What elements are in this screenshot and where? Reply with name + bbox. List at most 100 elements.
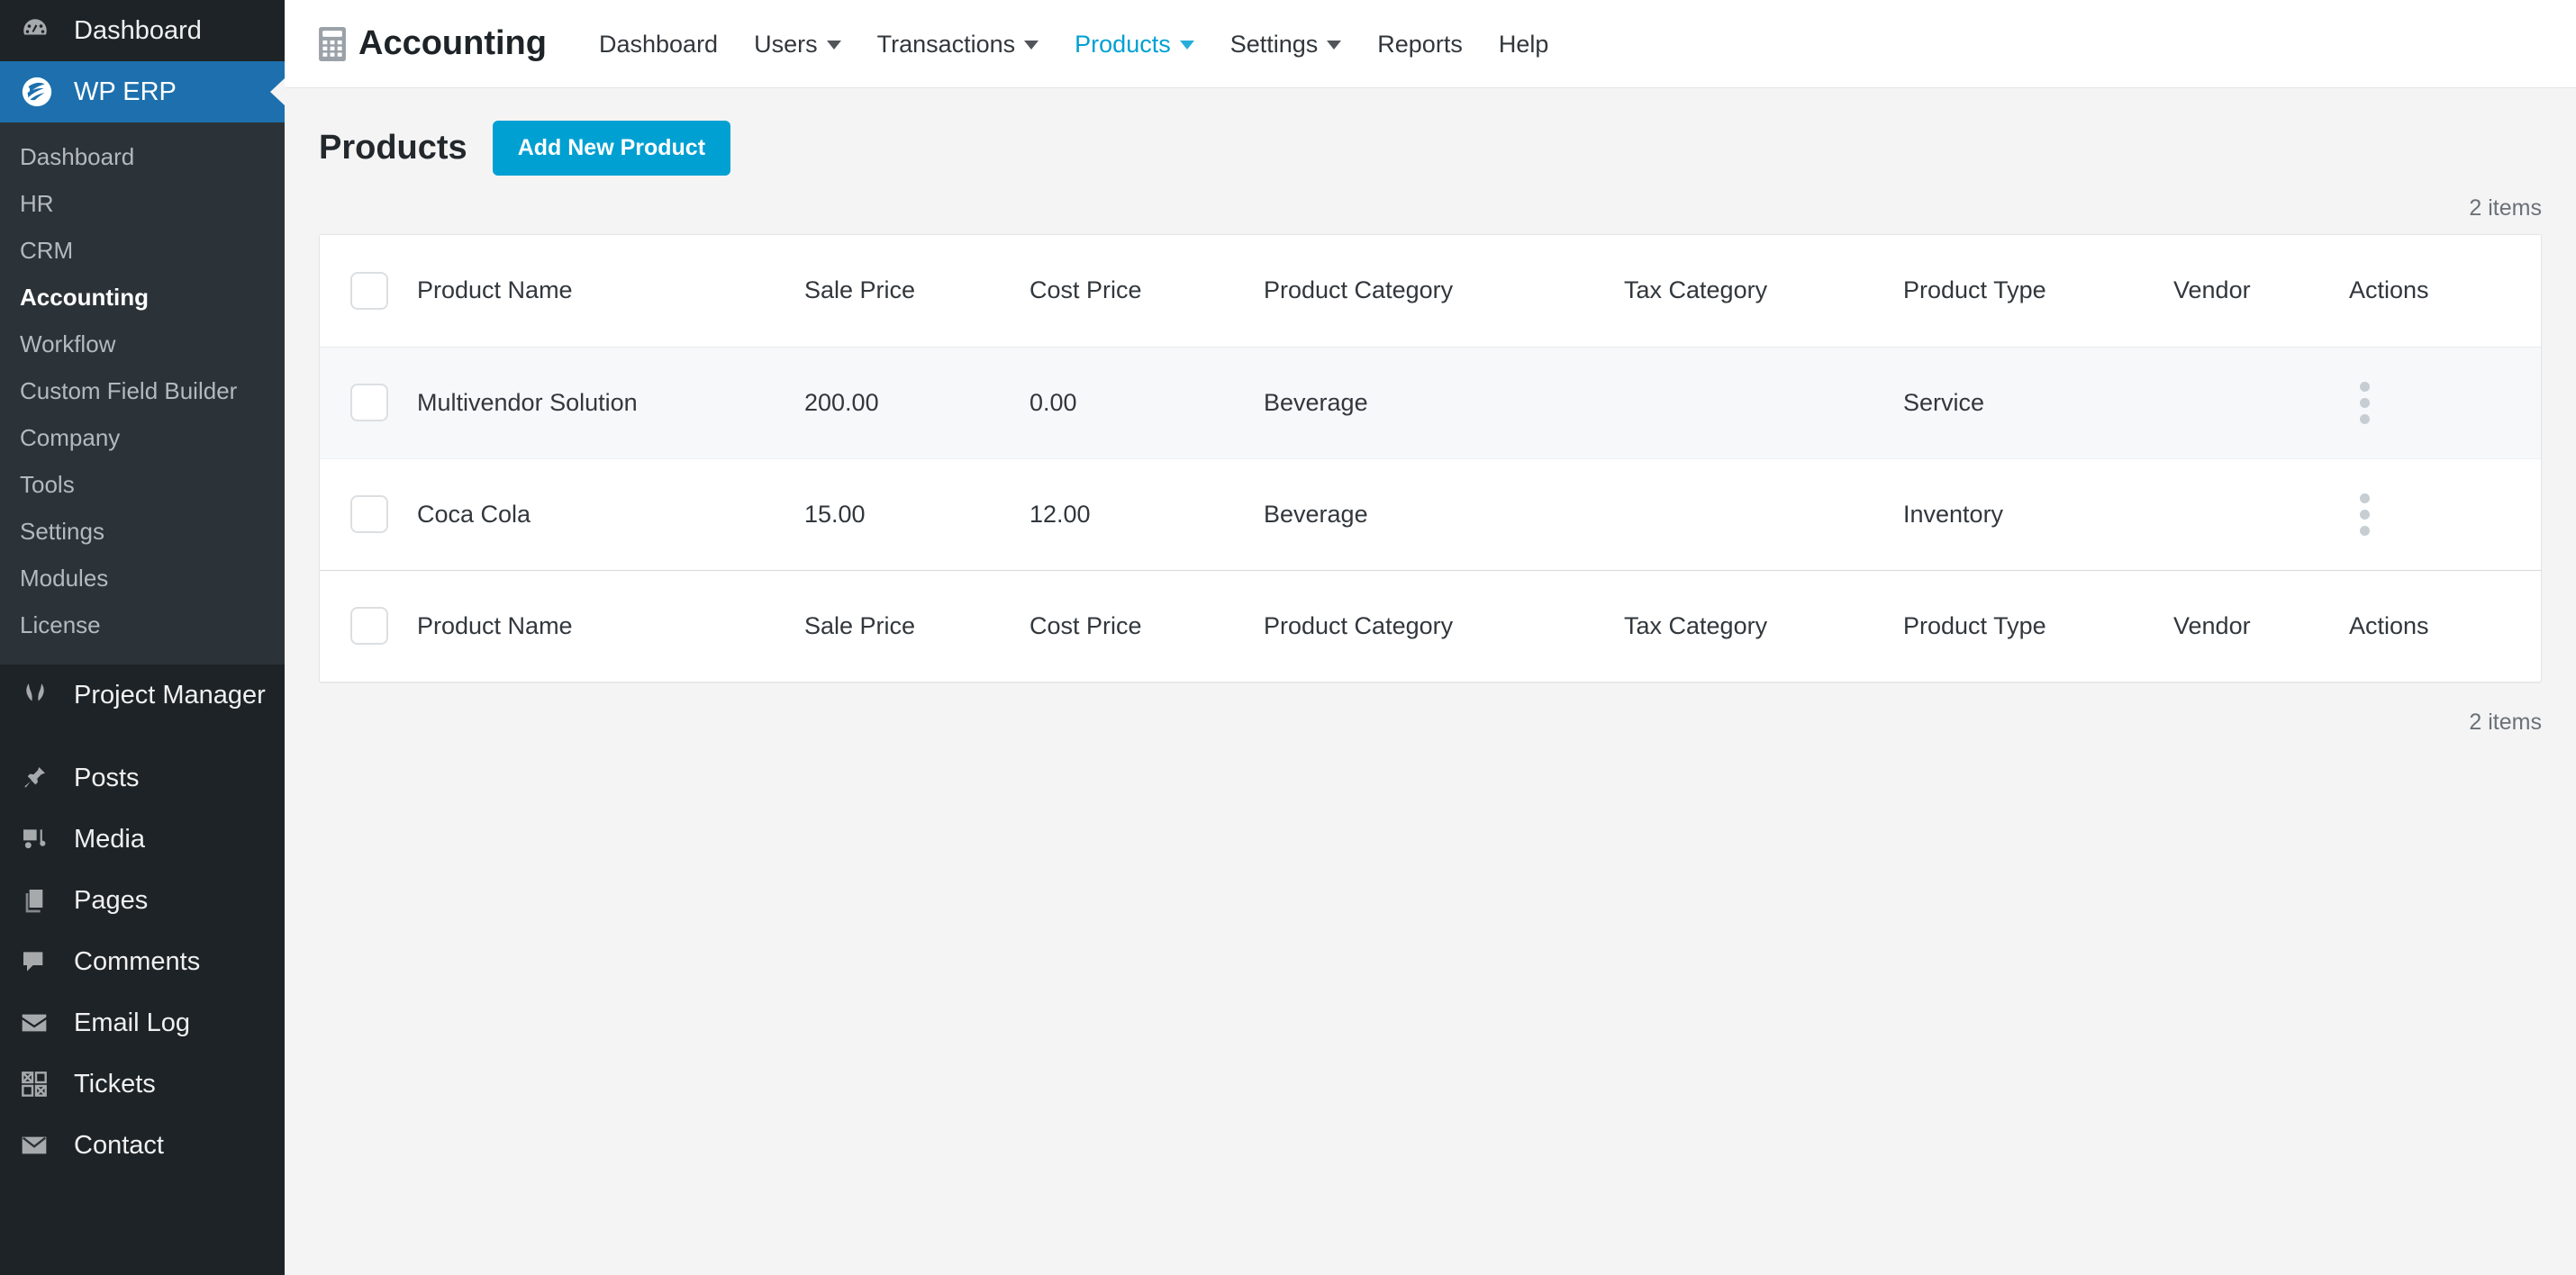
app-root: Dashboard WP ERP Dashboard HR CRM Accoun… bbox=[0, 0, 2576, 1275]
nav-link-label: Settings bbox=[1229, 30, 1319, 58]
add-new-product-button[interactable]: Add New Product bbox=[492, 121, 731, 176]
column-footer-sale-price[interactable]: Sale Price bbox=[804, 570, 1029, 682]
submenu-item-accounting[interactable]: Accounting bbox=[0, 274, 285, 321]
column-footer-actions: Actions bbox=[2349, 611, 2429, 639]
cell-sale-price: 200.00 bbox=[804, 388, 879, 416]
submenu-item-modules[interactable]: Modules bbox=[0, 555, 285, 601]
column-footer-product-category[interactable]: Product Category bbox=[1264, 570, 1624, 682]
column-footer-tax-category[interactable]: Tax Category bbox=[1624, 570, 1903, 682]
submenu-item-dashboard[interactable]: Dashboard bbox=[0, 133, 285, 180]
select-all-header bbox=[320, 235, 417, 347]
submenu-item-hr[interactable]: HR bbox=[0, 180, 285, 227]
wp-erp-submenu: Dashboard HR CRM Accounting Workflow Cus… bbox=[0, 122, 285, 665]
sidebar-item-media[interactable]: Media bbox=[0, 809, 285, 870]
page-header: Products Add New Product bbox=[285, 88, 2576, 176]
cell-vendor bbox=[2173, 347, 2349, 458]
nav-link-label: Products bbox=[1075, 30, 1171, 58]
wperp-logo-icon bbox=[20, 75, 58, 109]
sidebar-divider bbox=[0, 726, 285, 747]
submenu-item-company[interactable]: Company bbox=[0, 414, 285, 461]
row-checkbox[interactable] bbox=[350, 495, 388, 533]
accounting-topnav: Accounting Dashboard Users Transactions … bbox=[285, 0, 2576, 88]
nav-link-products[interactable]: Products bbox=[1057, 0, 1212, 88]
table-header-row: Product Name Sale Price Cost Price Produ… bbox=[320, 235, 2541, 347]
sidebar-item-contact[interactable]: Contact bbox=[0, 1115, 285, 1176]
sidebar-item-wp-erp[interactable]: WP ERP bbox=[0, 61, 285, 122]
chevron-down-icon bbox=[1179, 41, 1194, 50]
tickets-grid-icon bbox=[20, 1070, 58, 1099]
media-icon bbox=[20, 825, 58, 854]
nav-link-transactions[interactable]: Transactions bbox=[859, 0, 1057, 88]
sidebar-item-label: Posts bbox=[74, 763, 140, 792]
table-row[interactable]: Coca Cola 15.00 12.00 Beverage Inventory bbox=[320, 458, 2541, 570]
sidebar-item-posts[interactable]: Posts bbox=[0, 747, 285, 809]
sidebar-item-email-log[interactable]: Email Log bbox=[0, 992, 285, 1053]
cell-actions bbox=[2349, 458, 2541, 570]
cell-tax-category bbox=[1624, 458, 1903, 570]
column-footer-cost-price[interactable]: Cost Price bbox=[1029, 570, 1264, 682]
comment-icon bbox=[20, 947, 58, 976]
table-row[interactable]: Multivendor Solution 200.00 0.00 Beverag… bbox=[320, 347, 2541, 458]
wp-admin-sidebar: Dashboard WP ERP Dashboard HR CRM Accoun… bbox=[0, 0, 285, 1275]
select-all-checkbox-footer[interactable] bbox=[350, 607, 388, 646]
row-checkbox[interactable] bbox=[350, 384, 388, 421]
nav-link-label: Dashboard bbox=[598, 30, 719, 58]
nav-link-settings[interactable]: Settings bbox=[1212, 0, 1360, 88]
items-count-bottom: 2 items bbox=[2469, 710, 2542, 735]
table-foot: Product Name Sale Price Cost Price Produ… bbox=[320, 570, 2541, 682]
nav-link-users[interactable]: Users bbox=[736, 0, 859, 88]
cell-product-name[interactable]: Multivendor Solution bbox=[417, 347, 804, 458]
cell-product-type: Inventory bbox=[1903, 500, 2004, 528]
kebab-menu-icon[interactable] bbox=[2349, 493, 2380, 536]
dashboard-icon bbox=[20, 15, 58, 46]
cell-cost-price: 0.00 bbox=[1029, 388, 1077, 416]
submenu-item-tools[interactable]: Tools bbox=[0, 461, 285, 508]
select-all-checkbox[interactable] bbox=[350, 271, 388, 310]
products-table-container: Product Name Sale Price Cost Price Produ… bbox=[319, 234, 2542, 683]
submenu-item-workflow[interactable]: Workflow bbox=[0, 321, 285, 367]
nav-link-dashboard[interactable]: Dashboard bbox=[581, 0, 736, 88]
submenu-item-license[interactable]: License bbox=[0, 601, 285, 648]
column-header-sale-price[interactable]: Sale Price bbox=[804, 235, 1029, 347]
envelope-icon bbox=[20, 1131, 58, 1160]
sidebar-item-dashboard[interactable]: Dashboard bbox=[0, 0, 285, 61]
sidebar-item-label: Tickets bbox=[74, 1069, 156, 1099]
nav-link-label: Reports bbox=[1377, 30, 1463, 58]
nav-link-reports[interactable]: Reports bbox=[1359, 0, 1481, 88]
cell-tax-category bbox=[1624, 347, 1903, 458]
column-header-cost-price[interactable]: Cost Price bbox=[1029, 235, 1264, 347]
column-header-product-name[interactable]: Product Name bbox=[417, 235, 804, 347]
sidebar-item-project-manager[interactable]: Project Manager bbox=[0, 665, 285, 726]
sidebar-item-label: Media bbox=[74, 824, 145, 854]
column-header-vendor[interactable]: Vendor bbox=[2173, 235, 2349, 347]
sidebar-item-label: Email Log bbox=[74, 1008, 190, 1037]
page-title: Products bbox=[319, 129, 467, 167]
chevron-down-icon bbox=[1024, 41, 1039, 50]
sidebar-item-pages[interactable]: Pages bbox=[0, 870, 285, 931]
cell-cost-price: 12.00 bbox=[1029, 500, 1091, 528]
sidebar-item-label: Project Manager bbox=[74, 680, 266, 710]
cell-product-category: Beverage bbox=[1264, 500, 1368, 528]
column-footer-vendor[interactable]: Vendor bbox=[2173, 570, 2349, 682]
sidebar-item-tickets[interactable]: Tickets bbox=[0, 1053, 285, 1115]
sidebar-item-label: Contact bbox=[74, 1130, 164, 1160]
submenu-item-custom-field-builder[interactable]: Custom Field Builder bbox=[0, 367, 285, 414]
column-header-tax-category[interactable]: Tax Category bbox=[1624, 235, 1903, 347]
column-header-product-category[interactable]: Product Category bbox=[1264, 235, 1624, 347]
cell-product-type: Service bbox=[1903, 388, 1985, 416]
submenu-item-crm[interactable]: CRM bbox=[0, 227, 285, 274]
row-select-cell bbox=[320, 347, 417, 458]
cell-vendor bbox=[2173, 458, 2349, 570]
column-footer-product-type[interactable]: Product Type bbox=[1903, 570, 2173, 682]
nav-link-label: Users bbox=[754, 30, 818, 58]
main-content: Accounting Dashboard Users Transactions … bbox=[285, 0, 2576, 1275]
sidebar-item-comments[interactable]: Comments bbox=[0, 931, 285, 992]
column-header-product-type[interactable]: Product Type bbox=[1903, 235, 2173, 347]
kebab-menu-icon[interactable] bbox=[2349, 381, 2380, 424]
nav-link-help[interactable]: Help bbox=[1481, 0, 1567, 88]
cell-product-name[interactable]: Coca Cola bbox=[417, 458, 804, 570]
items-count-top: 2 items bbox=[2469, 195, 2542, 221]
column-footer-product-name[interactable]: Product Name bbox=[417, 570, 804, 682]
sidebar-item-label: Comments bbox=[74, 946, 201, 976]
submenu-item-settings[interactable]: Settings bbox=[0, 508, 285, 555]
